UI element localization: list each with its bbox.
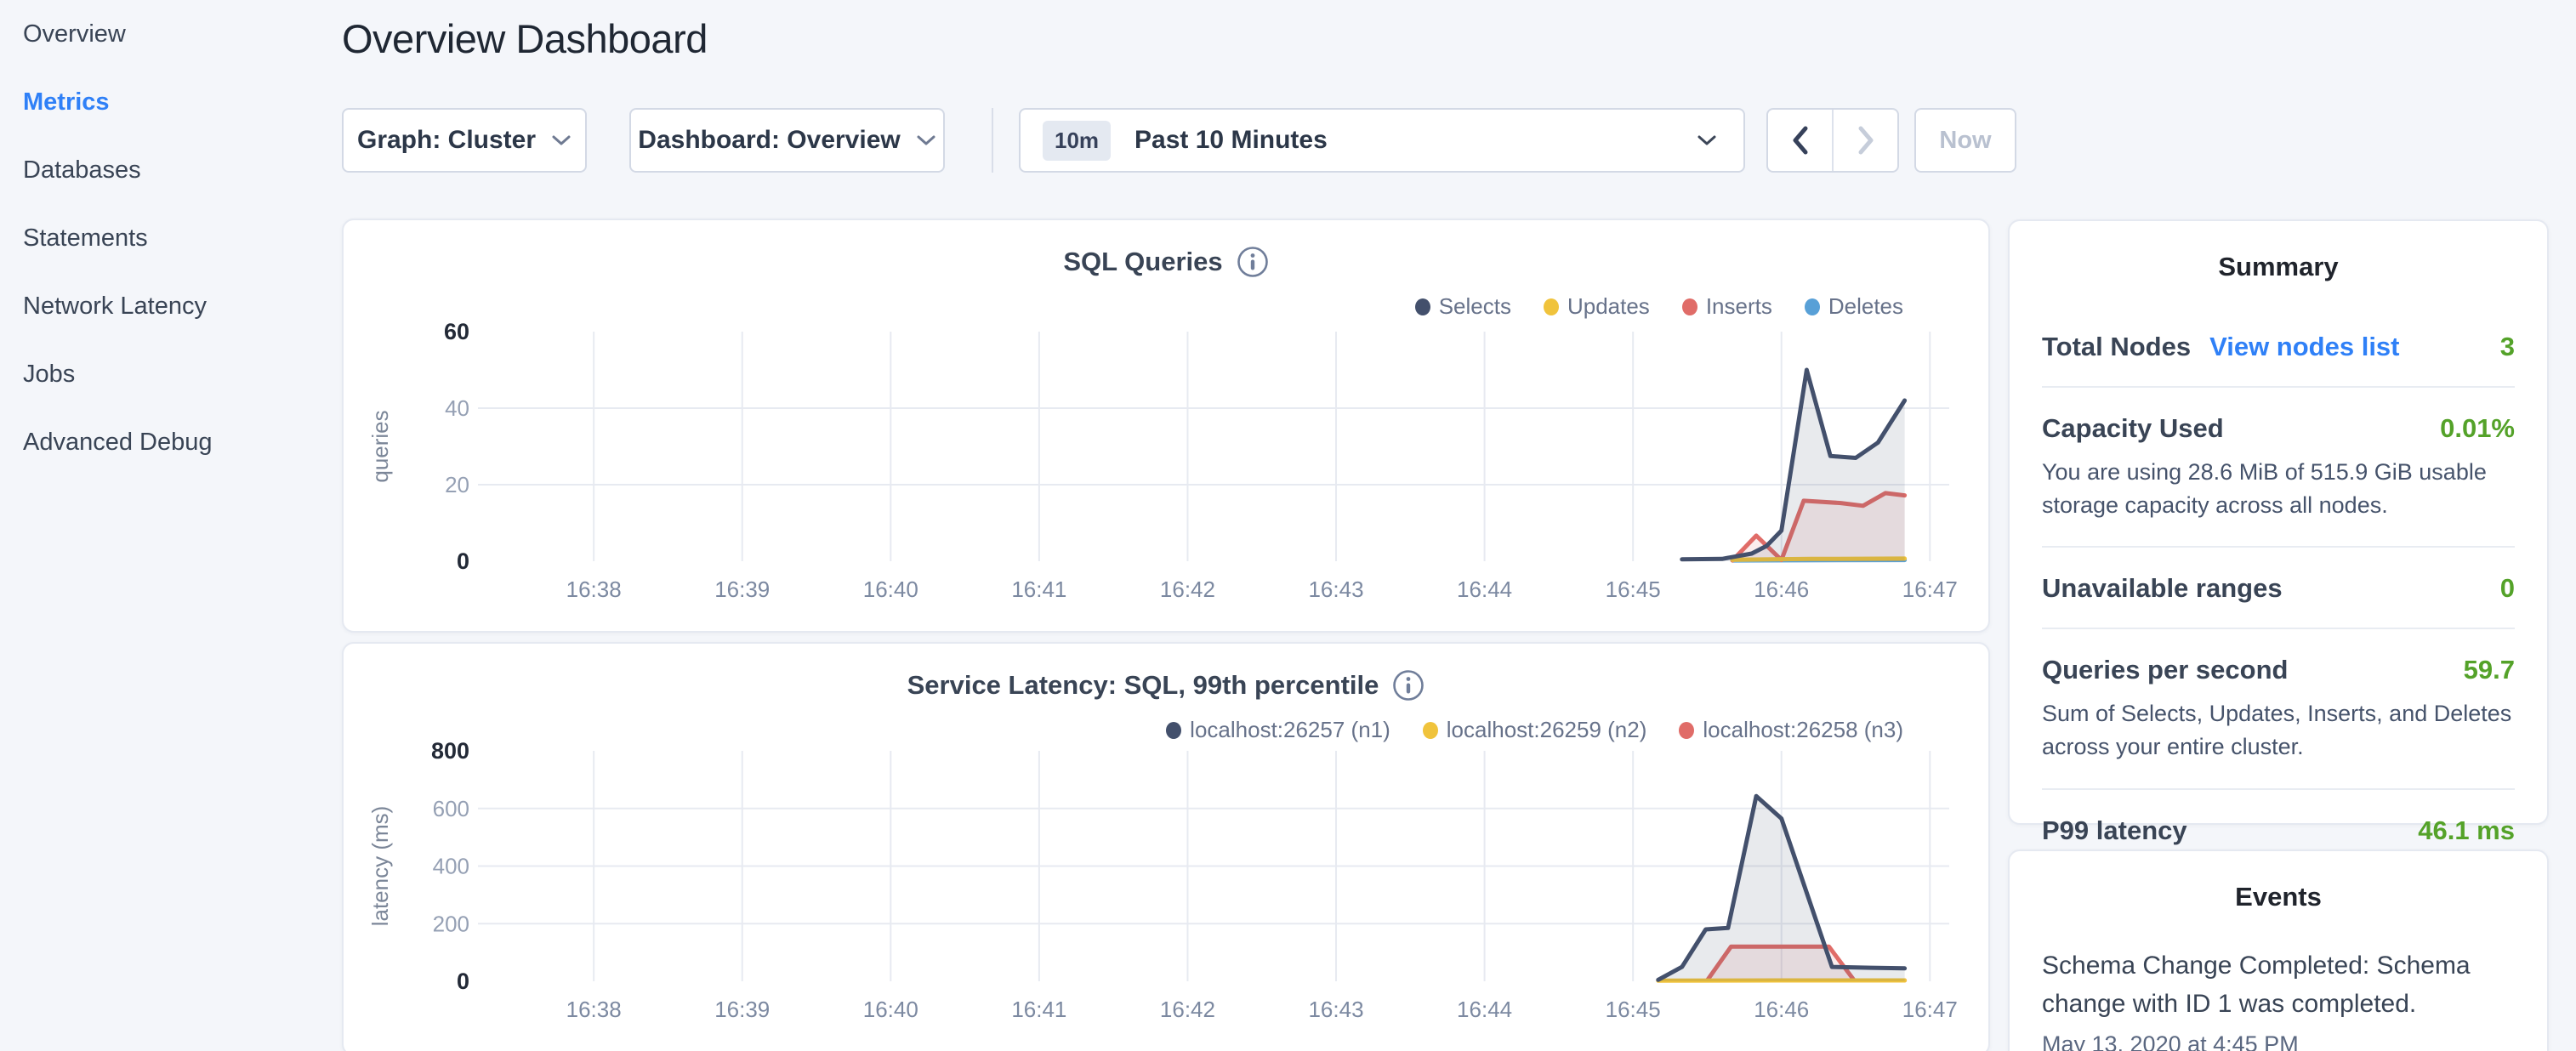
chevron-down-icon <box>916 134 936 147</box>
summary-stat: Total Nodes View nodes list 3 <box>2042 311 2515 386</box>
svg-text:800: 800 <box>431 738 469 764</box>
time-step-buttons <box>1766 108 1899 173</box>
stat-label: Capacity Used <box>2042 413 2224 444</box>
sidebar-nav: OverviewMetricsDatabasesStatementsNetwor… <box>23 0 312 476</box>
stat-value: 0.01% <box>2440 413 2515 444</box>
svg-text:16:45: 16:45 <box>1606 997 1661 1022</box>
stat-value: 46.1 ms <box>2418 815 2515 846</box>
prev-time-button[interactable] <box>1768 110 1832 171</box>
svg-text:600: 600 <box>433 796 469 821</box>
service-latency-card: Service Latency: SQL, 99th percentile lo… <box>342 642 1990 1051</box>
info-icon[interactable] <box>1392 669 1424 702</box>
sidebar-item-databases[interactable]: Databases <box>23 136 312 204</box>
stat-value: 0 <box>2500 573 2515 604</box>
info-icon[interactable] <box>1237 246 1269 278</box>
chart-title: SQL Queries <box>344 246 1988 278</box>
summary-stats: Total Nodes View nodes list 3 Capacity Used… <box>2042 311 2515 870</box>
view-nodes-link[interactable]: View nodes list <box>2209 332 2399 362</box>
sidebar-item-jobs[interactable]: Jobs <box>23 340 312 408</box>
svg-text:latency (ms): latency (ms) <box>367 806 393 927</box>
svg-text:16:47: 16:47 <box>1902 577 1958 602</box>
next-time-button[interactable] <box>1832 110 1897 171</box>
svg-text:16:47: 16:47 <box>1902 997 1958 1022</box>
svg-text:16:39: 16:39 <box>714 577 770 602</box>
chevron-right-icon <box>1857 125 1875 156</box>
svg-text:16:38: 16:38 <box>566 997 622 1022</box>
graph-dropdown[interactable]: Graph: Cluster <box>342 108 587 173</box>
svg-text:400: 400 <box>433 854 469 879</box>
chevron-down-icon <box>1696 133 1718 148</box>
event-timestamp: May 13, 2020 at 4:45 PM <box>2042 1031 2515 1051</box>
svg-text:16:40: 16:40 <box>863 577 918 602</box>
svg-text:16:42: 16:42 <box>1160 577 1215 602</box>
summary-stat: Capacity Used 0.01% You are using 28.6 MiB… <box>2042 386 2515 546</box>
chevron-left-icon <box>1791 125 1810 156</box>
svg-text:0: 0 <box>457 548 469 574</box>
svg-text:40: 40 <box>445 395 469 421</box>
summary-panel: Summary Total Nodes View nodes list 3 Capac… <box>2008 219 2549 825</box>
sidebar-item-network-latency[interactable]: Network Latency <box>23 272 312 340</box>
chart-title: Service Latency: SQL, 99th percentile <box>344 669 1988 702</box>
svg-text:16:41: 16:41 <box>1011 577 1066 602</box>
events-panel: Events Schema Change Completed: Schema c… <box>2008 849 2549 1051</box>
summary-stat: Queries per second 59.7 Sum of Selects, Up… <box>2042 628 2515 787</box>
svg-text:20: 20 <box>445 472 469 497</box>
sidebar-item-metrics[interactable]: Metrics <box>23 68 312 136</box>
summary-stat: Unavailable ranges 0 <box>2042 546 2515 628</box>
svg-text:16:45: 16:45 <box>1606 577 1661 602</box>
chart-title-text: SQL Queries <box>1063 247 1222 277</box>
stat-description: Sum of Selects, Updates, Inserts, and De… <box>2042 697 2515 764</box>
svg-text:16:43: 16:43 <box>1308 997 1363 1022</box>
sql-queries-chart[interactable]: 16:38 16:39 16:40 16:41 16:42 16:43 16:44 16:45… <box>359 316 1975 605</box>
sidebar-item-advanced-debug[interactable]: Advanced Debug <box>23 408 312 476</box>
sidebar-item-overview[interactable]: Overview <box>23 0 312 68</box>
legend-dot <box>1415 298 1430 315</box>
svg-text:16:40: 16:40 <box>863 997 918 1022</box>
svg-text:16:46: 16:46 <box>1754 577 1809 602</box>
svg-text:16:43: 16:43 <box>1308 577 1363 602</box>
event-text: Schema Change Completed: Schema change w… <box>2042 946 2515 1023</box>
dashboard-dropdown-label: Dashboard: Overview <box>638 126 900 155</box>
svg-text:16:42: 16:42 <box>1160 997 1215 1022</box>
events-title: Events <box>2010 882 2547 912</box>
svg-text:16:44: 16:44 <box>1457 997 1512 1022</box>
page-title: Overview Dashboard <box>342 15 708 62</box>
time-range-dropdown[interactable]: 10m Past 10 Minutes <box>1019 108 1745 173</box>
dashboard-dropdown[interactable]: Dashboard: Overview <box>629 108 945 173</box>
stat-label: P99 latency <box>2042 815 2187 846</box>
summary-title: Summary <box>2010 252 2547 282</box>
stat-label: Queries per second <box>2042 655 2288 685</box>
svg-text:16:46: 16:46 <box>1754 997 1809 1022</box>
controls-divider <box>992 108 993 173</box>
svg-text:queries: queries <box>367 410 393 482</box>
stat-value: 59.7 <box>2464 655 2515 685</box>
svg-text:16:44: 16:44 <box>1457 577 1512 602</box>
svg-text:16:38: 16:38 <box>566 577 622 602</box>
legend-dot <box>1682 298 1697 315</box>
stat-value: 3 <box>2500 332 2515 362</box>
time-range-badge: 10m <box>1043 121 1111 161</box>
svg-text:16:41: 16:41 <box>1011 997 1066 1022</box>
svg-text:60: 60 <box>444 319 469 344</box>
sidebar-item-statements[interactable]: Statements <box>23 204 312 272</box>
db-console-page: OverviewMetricsDatabasesStatementsNetwor… <box>0 0 2576 1051</box>
legend-dot <box>1805 298 1820 315</box>
svg-text:16:39: 16:39 <box>714 997 770 1022</box>
legend-dot <box>1544 298 1559 315</box>
event-item: Schema Change Completed: Schema change w… <box>2010 946 2547 1051</box>
events-list: Schema Change Completed: Schema change w… <box>2010 946 2547 1051</box>
graph-dropdown-label: Graph: Cluster <box>357 126 536 155</box>
sql-queries-card: SQL Queries SelectsUpdatesInsertsDeletes… <box>342 219 1990 633</box>
svg-text:0: 0 <box>457 969 469 994</box>
time-range-label: Past 10 Minutes <box>1134 126 1328 155</box>
now-button[interactable]: Now <box>1914 108 2016 173</box>
chart-title-text: Service Latency: SQL, 99th percentile <box>907 670 1379 701</box>
stat-label: Total Nodes <box>2042 332 2191 362</box>
stat-label: Unavailable ranges <box>2042 573 2283 604</box>
svg-text:200: 200 <box>433 911 469 936</box>
stat-description: You are using 28.6 MiB of 515.9 GiB usab… <box>2042 456 2515 522</box>
latency-chart[interactable]: 16:38 16:39 16:40 16:41 16:42 16:43 16:44 16:45… <box>359 733 1975 1022</box>
chevron-down-icon <box>551 134 571 147</box>
